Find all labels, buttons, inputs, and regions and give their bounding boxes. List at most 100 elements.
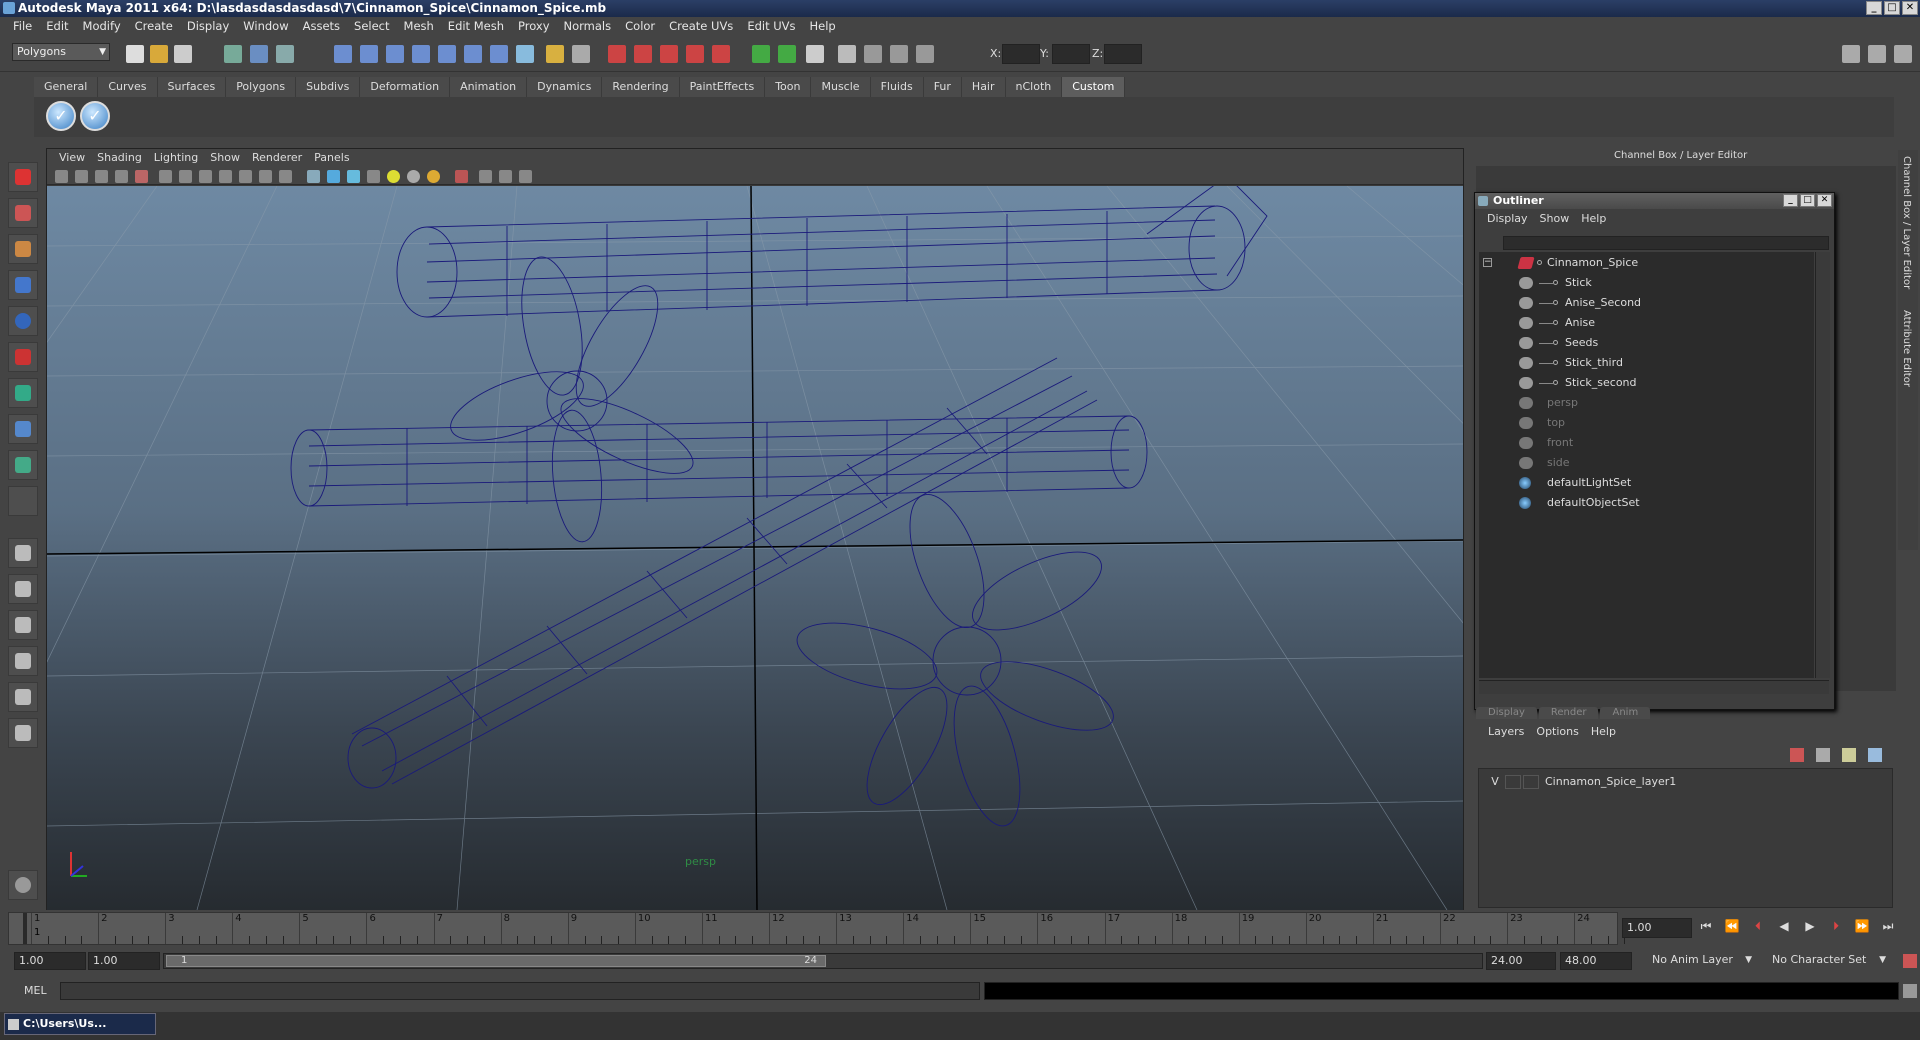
add-to-layer-icon[interactable] <box>1842 748 1856 762</box>
menu-file[interactable]: File <box>6 17 39 36</box>
animation-start-field[interactable]: 1.00 <box>14 952 86 970</box>
step-back-key-icon[interactable]: ⏴ <box>1748 916 1768 936</box>
shelf-tab-rendering[interactable]: Rendering <box>602 77 680 97</box>
rotate-tool[interactable] <box>8 306 38 336</box>
outliner-vertical-scrollbar[interactable] <box>1815 252 1830 678</box>
soft-modification-tool[interactable] <box>8 414 38 444</box>
menu-assets[interactable]: Assets <box>296 17 347 36</box>
shelf-tab-fur[interactable]: Fur <box>923 77 962 97</box>
new-scene-icon[interactable] <box>126 45 144 63</box>
resolution-gate-icon[interactable] <box>199 170 212 183</box>
shelf-tab-subdivs[interactable]: Subdivs <box>296 77 361 97</box>
toggle-tool-settings-icon[interactable] <box>1868 45 1886 63</box>
menu-display[interactable]: Display <box>180 17 236 36</box>
layer-menu-help[interactable]: Help <box>1585 723 1622 741</box>
layer-color-swatch[interactable] <box>1523 775 1539 789</box>
shelf-checkmark-button-2[interactable]: ✓ <box>80 101 110 131</box>
light-tools-icon[interactable] <box>890 45 908 63</box>
menu-window[interactable]: Window <box>236 17 295 36</box>
step-back-frame-icon[interactable]: ⏪ <box>1722 916 1742 936</box>
material-tools-icon[interactable] <box>916 45 934 63</box>
viewport-menu-renderer[interactable]: Renderer <box>246 149 308 167</box>
x-coord-field[interactable] <box>1002 44 1040 64</box>
construction-history-icon[interactable] <box>572 45 590 63</box>
outliner-item[interactable]: Stick <box>1479 274 1814 292</box>
xray-joints-icon[interactable] <box>499 170 512 183</box>
shelf-tab-hair[interactable]: Hair <box>961 77 1006 97</box>
backface-icon[interactable] <box>519 170 532 183</box>
image-plane-icon[interactable] <box>115 170 128 183</box>
playback-start-field[interactable]: 1.00 <box>88 952 160 970</box>
collapse-icon[interactable]: − <box>1483 258 1492 267</box>
menu-create-uvs[interactable]: Create UVs <box>662 17 740 36</box>
layout-single-perspective[interactable] <box>8 538 38 568</box>
outliner-item[interactable]: defaultObjectSet <box>1479 494 1814 512</box>
wireframe-icon[interactable] <box>307 170 320 183</box>
field-chart-icon[interactable] <box>239 170 252 183</box>
move-tool[interactable] <box>8 270 38 300</box>
lasso-tool[interactable] <box>8 198 38 228</box>
play-backwards-icon[interactable]: ◀ <box>1774 916 1794 936</box>
shelf-tab-animation[interactable]: Animation <box>450 77 528 97</box>
layout-persp-graph[interactable] <box>8 646 38 676</box>
xray-icon[interactable] <box>479 170 492 183</box>
shelf-tab-surfaces[interactable]: Surfaces <box>157 77 227 97</box>
snap-grid-icon[interactable] <box>334 45 352 63</box>
minimize-button[interactable]: _ <box>1866 1 1882 15</box>
film-gate-icon[interactable] <box>179 170 192 183</box>
outliner-item[interactable]: persp <box>1479 394 1814 412</box>
animation-end-field[interactable]: 48.00 <box>1560 952 1632 970</box>
shelf-checkmark-button-1[interactable]: ✓ <box>46 101 76 131</box>
remove-from-layer-icon[interactable] <box>1868 748 1882 762</box>
shadows-icon[interactable] <box>407 170 420 183</box>
layer-row[interactable]: V Cinnamon_Spice_layer1 <box>1483 773 1883 791</box>
current-frame-field[interactable]: 1.00 <box>1622 918 1692 938</box>
viewport-menu-shading[interactable]: Shading <box>91 149 148 167</box>
show-hide-icon[interactable] <box>838 45 856 63</box>
layer-tab-anim[interactable]: Anim <box>1600 707 1651 719</box>
layout-persp-graph-outliner[interactable] <box>8 718 38 748</box>
side-tab-channel-box[interactable]: Channel Box / Layer Editor <box>1901 156 1912 289</box>
menu-modify[interactable]: Modify <box>76 17 128 36</box>
y-coord-field[interactable] <box>1052 44 1090 64</box>
command-input[interactable] <box>60 982 980 1000</box>
maya-logo-button[interactable] <box>8 870 38 900</box>
relative-transform-icon[interactable] <box>778 45 796 63</box>
shelf-tab-dynamics[interactable]: Dynamics <box>527 77 603 97</box>
camera-select-icon[interactable] <box>55 170 68 183</box>
animation-preferences-icon[interactable] <box>1903 954 1917 968</box>
viewport-menu-panels[interactable]: Panels <box>308 149 355 167</box>
snap-plane-icon[interactable] <box>412 45 430 63</box>
menu-create[interactable]: Create <box>128 17 180 36</box>
z-coord-field[interactable] <box>1104 44 1142 64</box>
menu-edit-uvs[interactable]: Edit UVs <box>740 17 802 36</box>
render-view-icon[interactable] <box>712 45 730 63</box>
outliner-item[interactable]: side <box>1479 454 1814 472</box>
save-scene-icon[interactable] <box>174 45 192 63</box>
smooth-shade-icon[interactable] <box>327 170 340 183</box>
select-hierarchy-icon[interactable] <box>224 45 242 63</box>
shelf-tab-painteffects[interactable]: PaintEffects <box>679 77 766 97</box>
safe-title-icon[interactable] <box>279 170 292 183</box>
maximize-button[interactable]: □ <box>1884 1 1900 15</box>
viewport-canvas[interactable] <box>47 186 1463 910</box>
playback-end-field[interactable]: 24.00 <box>1486 952 1556 970</box>
wireframe-on-shaded-icon[interactable] <box>347 170 360 183</box>
shelf-tab-muscle[interactable]: Muscle <box>811 77 871 97</box>
outliner-item[interactable]: top <box>1479 414 1814 432</box>
grid-toggle-icon[interactable] <box>159 170 172 183</box>
outliner-maximize-button[interactable]: □ <box>1800 194 1815 207</box>
snap-view-icon[interactable] <box>490 45 508 63</box>
show-manipulator-tool[interactable] <box>8 450 38 480</box>
layer-menu-layers[interactable]: Layers <box>1482 723 1530 741</box>
shelf-tab-toon[interactable]: Toon <box>765 77 812 97</box>
use-all-lights-icon[interactable] <box>387 170 400 183</box>
close-button[interactable]: ✕ <box>1902 1 1918 15</box>
shelf-tab-deformation[interactable]: Deformation <box>360 77 451 97</box>
menu-edit-mesh[interactable]: Edit Mesh <box>441 17 511 36</box>
gate-mask-icon[interactable] <box>219 170 232 183</box>
camera-tools-icon[interactable] <box>864 45 882 63</box>
perspective-viewport[interactable]: View Shading Lighting Show Renderer Panels <box>46 148 1464 910</box>
hypershade-icon[interactable] <box>686 45 704 63</box>
play-forwards-icon[interactable]: ▶ <box>1800 916 1820 936</box>
